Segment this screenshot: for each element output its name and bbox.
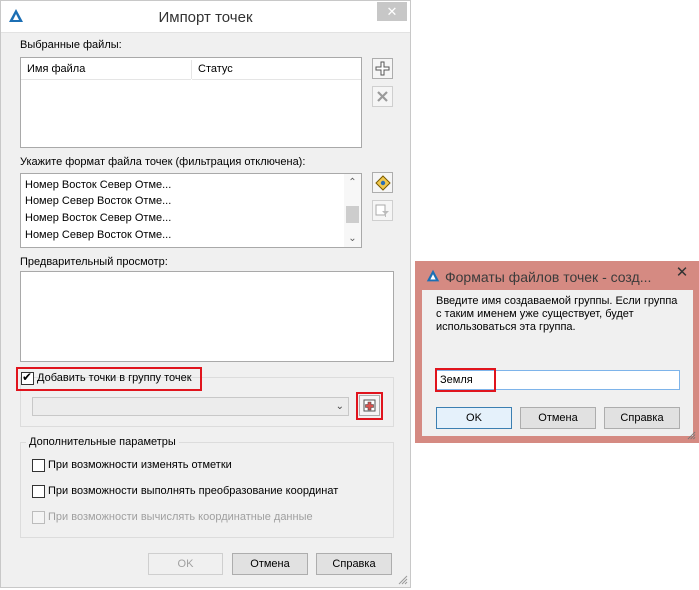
chevron-down-icon[interactable]: ⌄	[336, 401, 344, 412]
help-button[interactable]: Справка	[604, 407, 680, 429]
column-header-status[interactable]: Статус	[192, 58, 361, 80]
civil3d-logo-icon	[426, 269, 440, 282]
point-group-combo[interactable]: ⌄	[32, 397, 349, 416]
ok-button[interactable]: OK	[436, 407, 512, 429]
preview-list[interactable]	[20, 271, 394, 362]
highlight-frame	[16, 367, 202, 391]
group-name-prompt-line: Введите имя создаваемой группы. Если гру…	[436, 295, 678, 307]
filter-list-icon	[375, 204, 389, 217]
advanced-options-label: Дополнительные параметры	[26, 436, 179, 448]
import-points-dialog: Импорт точек ✕ Выбранные файлы: Имя файл…	[0, 0, 411, 588]
change-elevations-label[interactable]: При возможности изменять отметки	[48, 459, 232, 471]
point-file-formats-dialog: Форматы файлов точек - созд... ✕ Введите…	[415, 261, 699, 443]
ok-button[interactable]: OK	[148, 553, 223, 575]
format-label: Укажите формат файла точек (фильтрация о…	[20, 156, 306, 168]
manage-formats-button[interactable]	[372, 172, 393, 193]
scroll-down-icon[interactable]: ⌄	[344, 233, 361, 244]
format-edit-icon	[374, 174, 391, 191]
selected-files-list[interactable]: Имя файла Статус	[20, 57, 362, 148]
cancel-button[interactable]: Отмена	[232, 553, 308, 575]
highlight-frame	[356, 392, 383, 420]
resize-grip-icon[interactable]	[398, 575, 408, 585]
plus-icon	[375, 61, 390, 76]
preview-label: Предварительный просмотр:	[20, 256, 168, 268]
compute-coordinates-checkbox[interactable]	[32, 511, 45, 524]
transform-coordinates-label[interactable]: При возможности выполнять преобразование…	[48, 485, 338, 497]
list-item[interactable]: Номер Восток Север Отме...	[25, 177, 171, 194]
list-item[interactable]: Номер Восток Север Отме...	[25, 210, 171, 227]
resize-grip-icon[interactable]	[687, 431, 696, 440]
close-button[interactable]: ✕	[672, 264, 692, 282]
secondary-dialog-body: Введите имя создаваемой группы. Если гру…	[422, 290, 693, 436]
list-item[interactable]: Номер Север Восток Отме...	[25, 193, 171, 210]
scroll-up-icon[interactable]: ⌃	[344, 177, 361, 188]
cancel-button[interactable]: Отмена	[520, 407, 596, 429]
selected-files-label: Выбранные файлы:	[20, 39, 122, 51]
close-button[interactable]: ✕	[377, 2, 407, 21]
help-button[interactable]: Справка	[316, 553, 392, 575]
compute-coordinates-label: При возможности вычислять координатные д…	[48, 511, 313, 523]
delete-x-icon	[377, 91, 388, 102]
scroll-thumb[interactable]	[346, 206, 359, 223]
filter-format-button[interactable]	[372, 200, 393, 221]
group-name-prompt-line: использоваться эта группа.	[436, 321, 576, 333]
list-item[interactable]: Номер Север Восток Отме...	[25, 227, 171, 244]
format-list[interactable]: Номер Восток Север Отме... Номер Север В…	[20, 173, 362, 248]
column-header-filename[interactable]: Имя файла	[21, 58, 191, 80]
transform-coordinates-checkbox[interactable]	[32, 485, 45, 498]
dialog-title: Импорт точек	[158, 9, 253, 26]
secondary-dialog-title: Форматы файлов точек - созд...	[445, 269, 652, 285]
remove-file-button[interactable]	[372, 86, 393, 107]
group-name-prompt-line: с таким именем уже существует, будет	[436, 308, 634, 320]
add-file-button[interactable]	[372, 58, 393, 79]
change-elevations-checkbox[interactable]	[32, 459, 45, 472]
title-bar[interactable]: Импорт точек ✕	[1, 1, 410, 33]
format-list-scrollbar[interactable]: ⌃ ⌄	[344, 174, 361, 247]
highlight-frame	[435, 368, 496, 392]
